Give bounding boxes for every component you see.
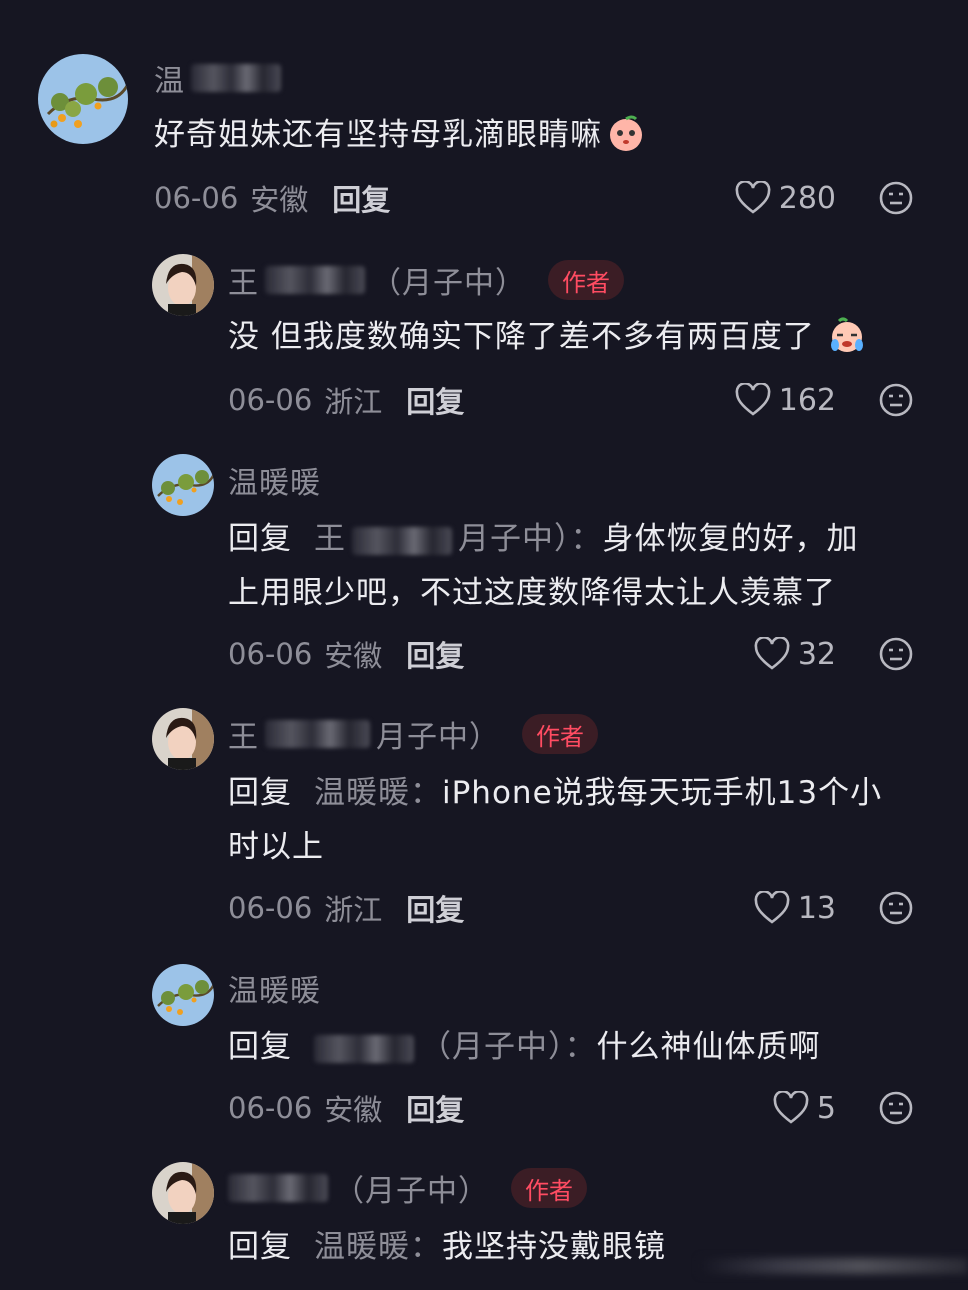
author-badge: 作者 (511, 1168, 587, 1208)
peach-face-emoji (606, 113, 646, 153)
avatar[interactable] (152, 254, 214, 316)
like-button[interactable]: 32 (754, 632, 836, 676)
comment-location: 安徽 (324, 639, 383, 673)
censored-name (265, 266, 365, 294)
comment-text: 回复王月子中）：身体恢复的好，加 上用眼少吧，不过这度数降得太让人羡慕了 (228, 521, 859, 611)
comment-date: 06-06 (154, 181, 239, 215)
comment-location: 浙江 (324, 893, 383, 927)
reply-target[interactable]: （月子中）： (420, 1029, 597, 1065)
avatar[interactable] (152, 708, 214, 770)
reply-button[interactable]: 回复 (406, 379, 464, 421)
reply-button[interactable]: 回复 (406, 887, 464, 929)
like-count: 280 (778, 180, 836, 216)
censored-name (265, 720, 370, 748)
heart-outline-icon (735, 383, 771, 416)
reply-target[interactable]: 王 (314, 521, 346, 557)
comment-text: 回复 温暖暖：iPhone说我每天玩手机13个小 时以上 (228, 775, 883, 865)
like-count: 5 (816, 1090, 836, 1126)
heart-outline-icon (735, 181, 771, 214)
reply-button[interactable]: 回复 (406, 1087, 464, 1129)
censored-name (352, 526, 452, 555)
username-suffix: （月子中） (371, 266, 526, 301)
avatar[interactable] (152, 964, 214, 1026)
censored-name (314, 1034, 414, 1063)
comment-date: 06-06 (228, 891, 313, 925)
username-suffix: 月子中） (376, 720, 500, 755)
comment-date: 06-06 (228, 383, 313, 417)
like-count: 32 (797, 636, 836, 672)
heart-outline-icon (754, 891, 790, 924)
heart-outline-icon (754, 637, 790, 670)
neutral-face-icon[interactable] (878, 890, 914, 926)
username[interactable]: 温 (154, 56, 185, 100)
watermark-blur (700, 1258, 968, 1274)
avatar[interactable] (152, 1162, 214, 1224)
reply-target[interactable]: 温暖暖： (314, 775, 442, 811)
censored-name (191, 64, 281, 92)
author-badge: 作者 (522, 714, 598, 754)
neutral-face-icon[interactable] (878, 180, 914, 216)
username[interactable]: 王 (228, 258, 259, 302)
reply-target[interactable]: 温暖暖： (314, 1229, 442, 1265)
username-suffix[interactable]: （月子中） (334, 1166, 489, 1210)
author-badge: 作者 (548, 260, 624, 300)
like-button[interactable]: 5 (773, 1086, 836, 1130)
censored-name (228, 1174, 328, 1202)
comment-date: 06-06 (228, 637, 313, 671)
reply-button[interactable]: 回复 (406, 633, 464, 675)
neutral-face-icon[interactable] (878, 636, 914, 672)
username[interactable]: 王 (228, 712, 259, 756)
comment-date: 06-06 (228, 1091, 313, 1125)
avatar[interactable] (38, 54, 128, 144)
avatar[interactable] (152, 454, 214, 516)
comment-location: 安徽 (324, 1093, 383, 1127)
like-button[interactable]: 280 (735, 176, 836, 220)
comment-text: 回复 温暖暖：我坚持没戴眼镜 (228, 1229, 666, 1265)
comment-location: 安徽 (250, 183, 309, 217)
comment-text: 好奇姐妹还有坚持母乳滴眼睛嘛 (154, 108, 646, 162)
neutral-face-icon[interactable] (878, 1090, 914, 1126)
heart-outline-icon (773, 1091, 809, 1124)
comment-text: 回复 （月子中）：什么神仙体质啊 (228, 1029, 821, 1065)
username[interactable]: 温暖暖 (228, 966, 321, 1010)
like-button[interactable]: 162 (735, 378, 836, 422)
comment-location: 浙江 (324, 385, 383, 419)
like-count: 13 (797, 890, 836, 926)
crying-face-emoji (827, 315, 867, 355)
reply-button[interactable]: 回复 (332, 177, 390, 219)
comment-text: 没 但我度数确实下降了差不多有两百度了 (228, 310, 867, 364)
username[interactable]: 温暖暖 (228, 458, 321, 502)
like-button[interactable]: 13 (754, 886, 836, 930)
like-count: 162 (778, 382, 836, 418)
neutral-face-icon[interactable] (878, 382, 914, 418)
